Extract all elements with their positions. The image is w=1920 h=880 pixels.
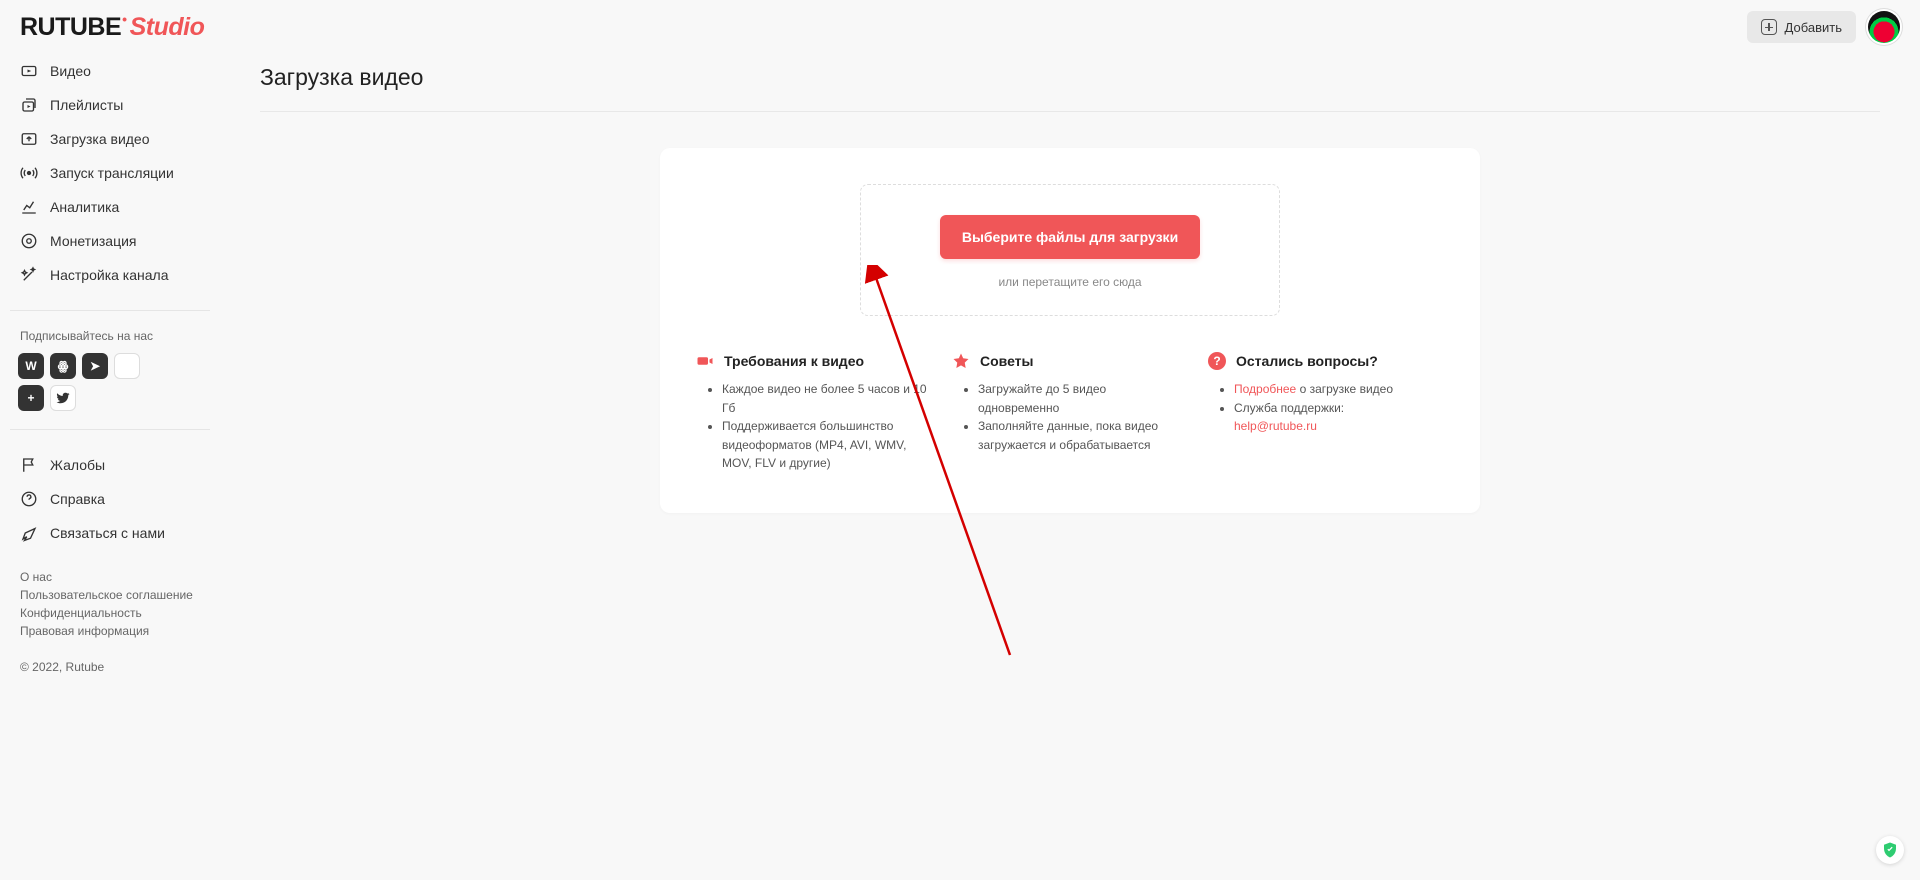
- sidebar-item-label: Монетизация: [50, 233, 137, 249]
- sidebar-item-label: Жалобы: [50, 457, 105, 473]
- sidebar-item-stream[interactable]: Запуск трансляции: [10, 156, 210, 190]
- playlist-icon: [20, 96, 38, 114]
- sidebar-divider: [10, 310, 210, 311]
- more-suffix: о загрузке видео: [1296, 382, 1393, 396]
- contact-icon: [20, 524, 38, 542]
- sidebar-item-label: Связаться с нами: [50, 525, 165, 541]
- camera-icon: [696, 352, 714, 370]
- copyright: © 2022, Rutube: [10, 640, 210, 674]
- flag-icon: [20, 456, 38, 474]
- analytics-icon: [20, 198, 38, 216]
- info-item: Служба поддержки: help@rutube.ru: [1234, 399, 1444, 436]
- monetization-icon: [20, 232, 38, 250]
- question-icon: [20, 490, 38, 508]
- info-item: Каждое видео не более 5 часов и 10 Гб: [722, 380, 932, 417]
- sidebar-divider: [10, 429, 210, 430]
- follow-label: Подписывайтесь на нас: [10, 329, 210, 353]
- main: Загрузка видео Выберите файлы для загруз…: [220, 54, 1920, 880]
- info-list: Подробнее о загрузке видео Служба поддер…: [1208, 380, 1444, 436]
- social-row-2: +: [10, 385, 210, 411]
- drag-hint: или перетащите его сюда: [998, 275, 1141, 289]
- sidebar-item-contact[interactable]: Связаться с нами: [10, 516, 210, 550]
- sidebar-item-monetization[interactable]: Монетизация: [10, 224, 210, 258]
- dropzone[interactable]: Выберите файлы для загрузки или перетащи…: [860, 184, 1280, 316]
- social-blank[interactable]: [114, 353, 140, 379]
- upload-icon: [20, 130, 38, 148]
- header-right: Добавить: [1747, 11, 1900, 43]
- sidebar-item-label: Аналитика: [50, 199, 119, 215]
- sidebar-item-video[interactable]: Видео: [10, 54, 210, 88]
- info-list: Каждое видео не более 5 часов и 10 Гб По…: [696, 380, 932, 473]
- social-row: W ꙮ ➤: [10, 353, 210, 379]
- question-circle-icon: ?: [1208, 352, 1226, 370]
- footer-link-terms[interactable]: Пользовательское соглашение: [20, 586, 200, 604]
- add-button-label: Добавить: [1785, 20, 1842, 35]
- secondary-nav: Жалобы Справка Связаться с нами: [10, 448, 210, 550]
- info-columns: Требования к видео Каждое видео не более…: [696, 352, 1444, 473]
- info-title: Требования к видео: [724, 353, 864, 369]
- sidebar-item-settings[interactable]: Настройка канала: [10, 258, 210, 292]
- security-shield-badge[interactable]: [1876, 836, 1904, 864]
- footer-link-about[interactable]: О нас: [20, 568, 200, 586]
- upload-button[interactable]: Выберите файлы для загрузки: [940, 215, 1200, 259]
- sidebar-item-label: Плейлисты: [50, 97, 123, 113]
- sidebar-item-label: Настройка канала: [50, 267, 169, 283]
- social-plus[interactable]: +: [18, 385, 44, 411]
- sidebar-item-label: Загрузка видео: [50, 131, 150, 147]
- avatar[interactable]: [1868, 11, 1900, 43]
- logo-studio: Studio: [130, 13, 205, 42]
- support-email[interactable]: help@rutube.ru: [1234, 419, 1317, 433]
- page-title: Загрузка видео: [260, 64, 1880, 112]
- info-title: Остались вопросы?: [1236, 353, 1378, 369]
- sidebar-item-analytics[interactable]: Аналитика: [10, 190, 210, 224]
- more-link[interactable]: Подробнее: [1234, 382, 1296, 396]
- sidebar-item-label: Запуск трансляции: [50, 165, 174, 181]
- support-prefix: Служба поддержки:: [1234, 401, 1344, 415]
- logo-dot-icon: •: [122, 11, 126, 27]
- logo-text: RUTUBE: [20, 13, 121, 42]
- sidebar-item-complaints[interactable]: Жалобы: [10, 448, 210, 482]
- star-icon: [952, 352, 970, 370]
- social-ok[interactable]: ꙮ: [50, 353, 76, 379]
- shield-check-icon: [1881, 841, 1899, 859]
- footer-link-legal[interactable]: Правовая информация: [20, 622, 200, 640]
- header: RUTUBE•Studio Добавить: [0, 0, 1920, 54]
- logo[interactable]: RUTUBE•Studio: [20, 13, 204, 42]
- primary-nav: Видео Плейлисты Загрузка видео Запуск тр…: [10, 54, 210, 292]
- info-item: Загружайте до 5 видео одновременно: [978, 380, 1188, 417]
- plus-square-icon: [1761, 19, 1777, 35]
- sidebar-item-upload[interactable]: Загрузка видео: [10, 122, 210, 156]
- sidebar-item-help[interactable]: Справка: [10, 482, 210, 516]
- info-item: Заполняйте данные, пока видео загружаетс…: [978, 417, 1188, 454]
- footer-links: О нас Пользовательское соглашение Конфид…: [10, 568, 210, 640]
- info-list: Загружайте до 5 видео одновременно Запол…: [952, 380, 1188, 454]
- sidebar: Видео Плейлисты Загрузка видео Запуск тр…: [0, 54, 220, 880]
- social-vk[interactable]: W: [18, 353, 44, 379]
- twitter-icon: [56, 391, 70, 405]
- upload-card: Выберите файлы для загрузки или перетащи…: [660, 148, 1480, 513]
- broadcast-icon: [20, 164, 38, 182]
- info-tips: Советы Загружайте до 5 видео одновременн…: [952, 352, 1188, 473]
- info-requirements: Требования к видео Каждое видео не более…: [696, 352, 932, 473]
- info-item: Подробнее о загрузке видео: [1234, 380, 1444, 399]
- sidebar-item-label: Справка: [50, 491, 105, 507]
- video-icon: [20, 62, 38, 80]
- sidebar-item-playlists[interactable]: Плейлисты: [10, 88, 210, 122]
- info-title: Советы: [980, 353, 1034, 369]
- magic-wand-icon: [20, 266, 38, 284]
- social-twitter[interactable]: [50, 385, 76, 411]
- info-item: Поддерживается большинство видеоформатов…: [722, 417, 932, 473]
- footer-link-privacy[interactable]: Конфиденциальность: [20, 604, 200, 622]
- add-button[interactable]: Добавить: [1747, 11, 1856, 43]
- social-telegram[interactable]: ➤: [82, 353, 108, 379]
- sidebar-item-label: Видео: [50, 63, 91, 79]
- info-questions: ? Остались вопросы? Подробнее о загрузке…: [1208, 352, 1444, 473]
